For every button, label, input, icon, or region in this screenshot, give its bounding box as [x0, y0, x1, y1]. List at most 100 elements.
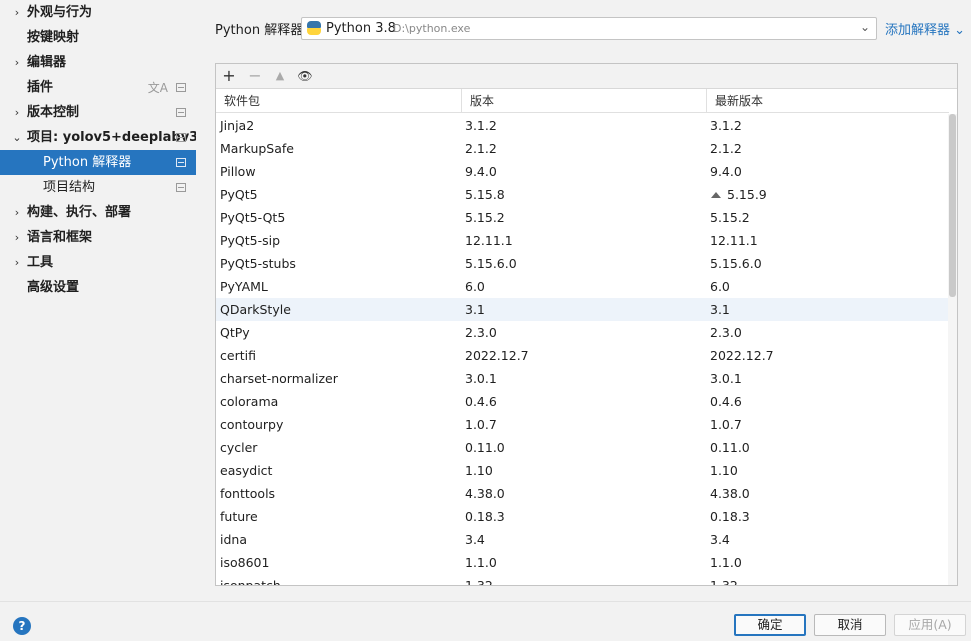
- package-latest-cell: 2.1.2: [710, 141, 742, 156]
- sidebar-item-advanced[interactable]: 高级设置: [0, 275, 196, 300]
- chevron-right-icon[interactable]: ›: [11, 225, 23, 250]
- sidebar-item-label: 高级设置: [27, 280, 80, 295]
- package-name-cell: contourpy: [220, 417, 284, 432]
- upgrade-package-icon[interactable]: ▲: [271, 67, 289, 85]
- latest-version-text: 5.15.9: [727, 187, 767, 202]
- table-row[interactable]: MarkupSafe 2.1.2 2.1.2: [216, 137, 949, 160]
- chevron-right-icon[interactable]: ›: [11, 200, 23, 225]
- sidebar-item-label: 编辑器: [27, 55, 67, 70]
- package-name-cell: PyQt5: [220, 187, 258, 202]
- package-name-cell: MarkupSafe: [220, 141, 294, 156]
- sidebar-item-editor[interactable]: › 编辑器: [0, 50, 196, 75]
- table-header: 软件包 版本 最新版本: [216, 89, 949, 113]
- chevron-right-icon[interactable]: ›: [11, 0, 23, 25]
- package-version-cell: 3.0.1: [465, 371, 497, 386]
- package-latest-cell: 3.4: [710, 532, 730, 547]
- sidebar-item-languages[interactable]: › 语言和框架: [0, 225, 196, 250]
- package-latest-cell: 2022.12.7: [710, 348, 774, 363]
- ok-button[interactable]: 确定: [734, 614, 806, 636]
- add-interpreter-link[interactable]: 添加解释器 ⌄: [885, 19, 965, 38]
- package-name-cell: QDarkStyle: [220, 302, 291, 317]
- table-row[interactable]: contourpy 1.0.7 1.0.7: [216, 413, 949, 436]
- package-version-cell: 5.15.8: [465, 187, 505, 202]
- interpreter-path: D:\python.exe: [393, 22, 471, 35]
- project-scope-icon: [176, 133, 186, 142]
- package-latest-cell: 6.0: [710, 279, 730, 294]
- settings-sidebar: › 外观与行为 按键映射 › 编辑器 插件 文A › 版本控制 ⌄ 项目: yo…: [0, 0, 198, 601]
- table-row[interactable]: PyQt5-stubs 5.15.6.0 5.15.6.0: [216, 252, 949, 275]
- chevron-down-icon[interactable]: ⌄: [11, 125, 23, 150]
- chevron-right-icon[interactable]: ›: [11, 50, 23, 75]
- scrollbar-thumb[interactable]: [949, 114, 956, 297]
- package-latest-cell: 5.15.6.0: [710, 256, 762, 271]
- package-version-cell: 9.4.0: [465, 164, 497, 179]
- table-row[interactable]: charset-normalizer 3.0.1 3.0.1: [216, 367, 949, 390]
- column-header-latest[interactable]: 最新版本: [706, 89, 949, 113]
- table-row[interactable]: easydict 1.10 1.10: [216, 459, 949, 482]
- table-row[interactable]: jsonpatch 1.32 1.32: [216, 574, 949, 586]
- table-row[interactable]: QtPy 2.3.0 2.3.0: [216, 321, 949, 344]
- table-row[interactable]: idna 3.4 3.4: [216, 528, 949, 551]
- sidebar-item-python-interpreter[interactable]: Python 解释器: [0, 150, 196, 175]
- sidebar-item-label: 构建、执行、部署: [27, 205, 132, 220]
- package-version-cell: 5.15.6.0: [465, 256, 517, 271]
- package-version-cell: 2.1.2: [465, 141, 497, 156]
- chevron-right-icon[interactable]: ›: [11, 100, 23, 125]
- table-row[interactable]: certifi 2022.12.7 2022.12.7: [216, 344, 949, 367]
- package-name-cell: cycler: [220, 440, 258, 455]
- chevron-right-icon[interactable]: ›: [11, 250, 23, 275]
- sidebar-item-build[interactable]: › 构建、执行、部署: [0, 200, 196, 225]
- sidebar-item-project-structure[interactable]: 项目结构: [0, 175, 196, 200]
- python-interpreter-panel: Python 解释器: Python 3.8 D:\python.exe ⌄ 添…: [196, 0, 971, 601]
- table-row[interactable]: QDarkStyle 3.1 3.1: [216, 298, 949, 321]
- sidebar-item-label: 项目结构: [43, 180, 96, 195]
- column-header-version[interactable]: 版本: [461, 89, 706, 113]
- remove-package-icon[interactable]: −: [246, 67, 264, 85]
- package-name-cell: PyYAML: [220, 279, 268, 294]
- package-name-cell: easydict: [220, 463, 273, 478]
- sidebar-item-label: 外观与行为: [27, 5, 93, 20]
- package-version-cell: 2.3.0: [465, 325, 497, 340]
- sidebar-item-label: 工具: [27, 255, 54, 270]
- apply-button[interactable]: 应用(A): [894, 614, 966, 636]
- sidebar-item-label: 按键映射: [27, 30, 80, 45]
- table-scrollbar[interactable]: [948, 114, 957, 585]
- table-row[interactable]: future 0.18.3 0.18.3: [216, 505, 949, 528]
- package-name-cell: Jinja2: [220, 118, 255, 133]
- table-row[interactable]: PyQt5-Qt5 5.15.2 5.15.2: [216, 206, 949, 229]
- sidebar-item-appearance[interactable]: › 外观与行为: [0, 0, 196, 25]
- package-latest-cell: 5.15.9: [711, 183, 767, 206]
- package-latest-cell: 3.1.2: [710, 118, 742, 133]
- sidebar-item-plugins[interactable]: 插件 文A: [0, 75, 196, 100]
- table-row[interactable]: fonttools 4.38.0 4.38.0: [216, 482, 949, 505]
- table-row[interactable]: PyYAML 6.0 6.0: [216, 275, 949, 298]
- cancel-button[interactable]: 取消: [814, 614, 886, 636]
- table-row[interactable]: Jinja2 3.1.2 3.1.2: [216, 114, 949, 137]
- interpreter-name: Python 3.8: [326, 21, 396, 36]
- package-latest-cell: 9.4.0: [710, 164, 742, 179]
- sidebar-item-keymap[interactable]: 按键映射: [0, 25, 196, 50]
- package-version-cell: 3.1.2: [465, 118, 497, 133]
- sidebar-item-vcs[interactable]: › 版本控制: [0, 100, 196, 125]
- column-header-package[interactable]: 软件包: [216, 89, 461, 113]
- table-row[interactable]: cycler 0.11.0 0.11.0: [216, 436, 949, 459]
- package-version-cell: 4.38.0: [465, 486, 505, 501]
- package-latest-cell: 4.38.0: [710, 486, 750, 501]
- sidebar-item-project[interactable]: ⌄ 项目: yolov5+deeplabv3: [0, 125, 198, 150]
- table-row[interactable]: PyQt5 5.15.8 5.15.9: [216, 183, 949, 206]
- package-name-cell: PyQt5-sip: [220, 233, 281, 248]
- add-package-icon[interactable]: +: [220, 67, 238, 85]
- package-version-cell: 5.15.2: [465, 210, 505, 225]
- table-row[interactable]: iso8601 1.1.0 1.1.0: [216, 551, 949, 574]
- sidebar-item-tools[interactable]: › 工具: [0, 250, 196, 275]
- table-row[interactable]: colorama 0.4.6 0.4.6: [216, 390, 949, 413]
- translate-icon: 文A: [147, 81, 168, 95]
- package-version-cell: 1.32: [465, 578, 493, 586]
- interpreter-select[interactable]: Python 3.8 D:\python.exe ⌄: [301, 17, 877, 40]
- help-icon[interactable]: ?: [13, 617, 31, 635]
- table-row[interactable]: PyQt5-sip 12.11.1 12.11.1: [216, 229, 949, 252]
- package-name-cell: PyQt5-Qt5: [220, 210, 286, 225]
- chevron-down-icon[interactable]: ⌄: [860, 20, 870, 34]
- eye-icon[interactable]: 👁: [296, 67, 314, 85]
- table-row[interactable]: Pillow 9.4.0 9.4.0: [216, 160, 949, 183]
